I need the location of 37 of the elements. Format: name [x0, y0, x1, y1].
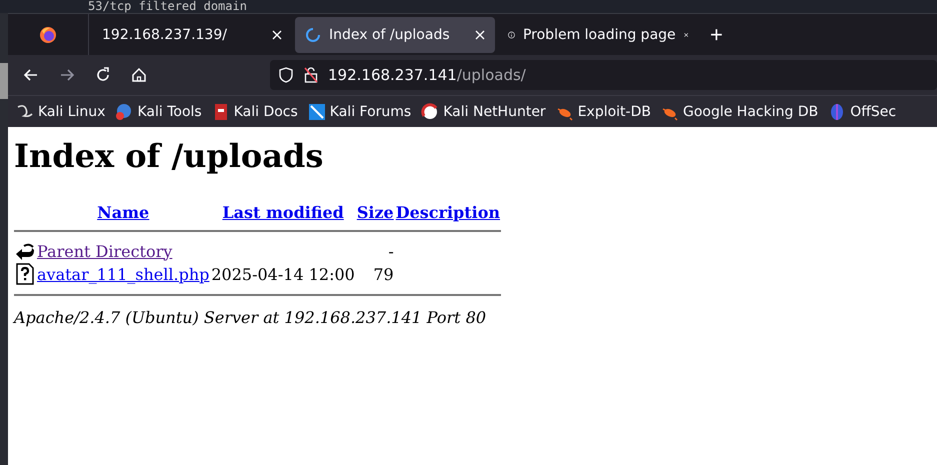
bookmark[interactable]: Google Hacking DB: [660, 102, 818, 120]
terminal-text: 53/tcp filtered domain: [88, 0, 247, 13]
home-icon[interactable]: [130, 66, 148, 84]
loading-icon: [305, 26, 321, 42]
bookmark[interactable]: Exploit-DB: [556, 102, 651, 120]
bookmark[interactable]: Kali NetHunter: [421, 102, 546, 120]
unknown-file-icon: [15, 263, 35, 285]
close-icon[interactable]: [272, 30, 282, 40]
url-text: 192.168.237.141/uploads/: [328, 66, 526, 84]
column-header-link[interactable]: Size: [356, 203, 394, 222]
column-header-link[interactable]: Description: [396, 203, 500, 222]
column-header-link[interactable]: Name: [97, 203, 150, 222]
shield-icon[interactable]: [278, 67, 294, 83]
bookmark[interactable]: Kali Forums: [308, 102, 412, 120]
bookmark[interactable]: OffSec: [828, 102, 896, 120]
bookmark[interactable]: Kali Linux: [16, 102, 106, 120]
insecure-lock-icon[interactable]: [304, 67, 318, 83]
tab[interactable]: Problem loading page: [498, 16, 698, 52]
address-bar[interactable]: 192.168.237.141/uploads/: [270, 60, 937, 90]
tab[interactable]: 192.168.237.139/: [92, 16, 292, 52]
forum-icon: [308, 102, 326, 120]
file-size: -: [388, 242, 394, 260]
new-tab-button[interactable]: +: [704, 22, 729, 48]
file-size: 79: [373, 264, 394, 284]
column-header-link[interactable]: Last modified: [222, 203, 344, 222]
page-heading: Index of /uploads: [14, 137, 324, 175]
file-link[interactable]: avatar_111_shell.php: [37, 264, 210, 284]
browser-logo-icon[interactable]: [39, 26, 57, 44]
bookmark[interactable]: Kali Tools: [115, 102, 202, 120]
tab[interactable]: Index of /uploads: [295, 16, 495, 52]
bookmark[interactable]: Kali Docs: [212, 102, 298, 120]
back-arrow-icon: [15, 241, 35, 261]
modified-date: 2025-04-14 12:00: [211, 264, 355, 284]
server-signature: Apache/2.4.7 (Ubuntu) Server at 192.168.237.141 Port 80: [14, 308, 488, 327]
close-icon[interactable]: [475, 30, 485, 40]
reload-icon[interactable]: [94, 66, 112, 84]
file-link[interactable]: Parent Directory: [37, 242, 172, 260]
